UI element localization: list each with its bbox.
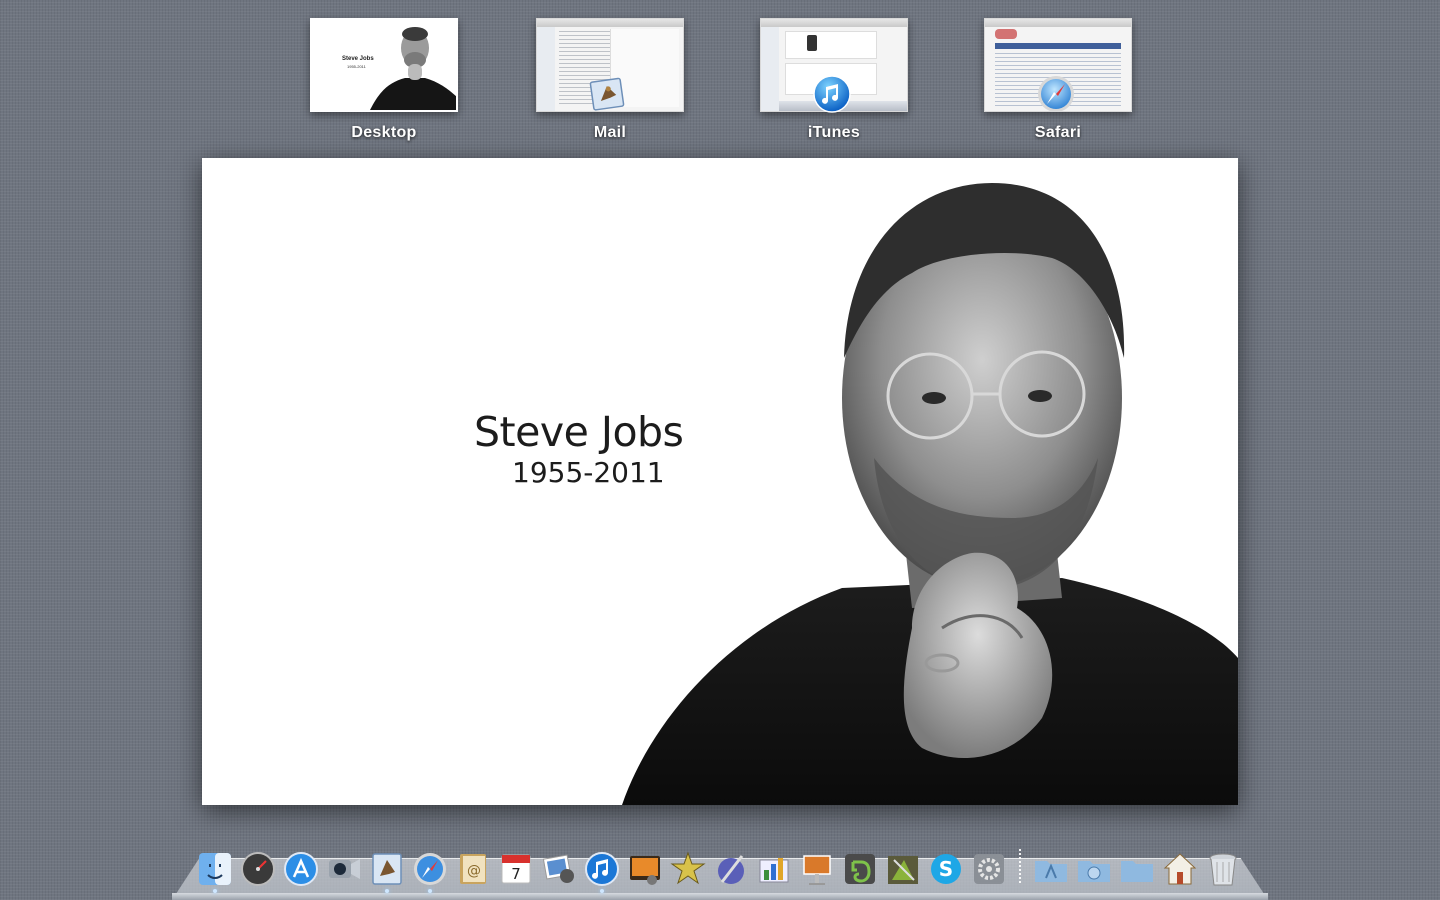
space-mail[interactable]: Mail — [536, 18, 684, 148]
safari-icon — [1038, 76, 1074, 112]
home-icon[interactable] — [1161, 848, 1199, 890]
thumb-years: 1955-2011 — [347, 64, 366, 69]
svg-text:7: 7 — [511, 865, 521, 883]
spaces-bar: Steve Jobs 1955-2011 Desktop Mail iTunes… — [0, 0, 1440, 150]
space-desktop[interactable]: Steve Jobs 1955-2011 Desktop — [310, 18, 458, 148]
safari-icon[interactable] — [411, 848, 449, 893]
svg-text:@: @ — [467, 863, 481, 879]
space-label: Mail — [593, 124, 627, 141]
iphoto-icon[interactable] — [540, 848, 578, 890]
space-itunes[interactable]: iTunes — [760, 18, 908, 148]
facetime-icon[interactable] — [325, 848, 363, 890]
mail-icon — [589, 77, 625, 111]
imovie-icon[interactable] — [669, 848, 707, 890]
itunes-icon — [813, 75, 851, 113]
photo-booth-icon[interactable] — [626, 848, 664, 890]
address-book-icon[interactable]: @ — [454, 848, 492, 890]
ical-icon[interactable]: 7 — [497, 848, 535, 890]
system-preferences-icon[interactable] — [970, 848, 1008, 890]
app-store-icon[interactable] — [282, 848, 320, 890]
thumb-title: Steve Jobs — [342, 56, 374, 62]
space-label: Desktop — [351, 124, 417, 141]
numbers-icon[interactable] — [755, 848, 793, 890]
documents-folder-icon[interactable] — [1118, 848, 1156, 890]
space-label: Safari — [1034, 124, 1082, 141]
space-safari[interactable]: Safari — [984, 18, 1132, 148]
skype-icon[interactable]: S — [927, 848, 965, 890]
gimp-icon[interactable] — [884, 848, 922, 890]
preview-pen-icon[interactable] — [712, 848, 750, 890]
keynote-icon[interactable] — [798, 848, 836, 890]
mail-icon[interactable] — [368, 848, 406, 893]
desktop-preview[interactable]: Steve Jobs 1955-2011 — [202, 158, 1238, 805]
evernote-icon[interactable] — [841, 848, 879, 890]
dock: @ 7 S — [196, 844, 1242, 893]
portrait-image — [622, 183, 1238, 805]
dock-shelf-edge — [172, 893, 1268, 900]
dashboard-icon[interactable] — [239, 848, 277, 890]
finder-icon[interactable] — [196, 848, 234, 893]
dock-separator — [1019, 849, 1021, 885]
itunes-icon[interactable] — [583, 848, 621, 893]
svg-text:S: S — [939, 857, 953, 881]
space-label: iTunes — [807, 124, 861, 141]
applications-folder-icon[interactable] — [1032, 848, 1070, 890]
downloads-folder-icon[interactable] — [1075, 848, 1113, 890]
desktop-thumbnail[interactable]: Steve Jobs 1955-2011 — [310, 18, 458, 112]
thumb-portrait — [370, 27, 456, 110]
trash-icon[interactable] — [1204, 848, 1242, 890]
